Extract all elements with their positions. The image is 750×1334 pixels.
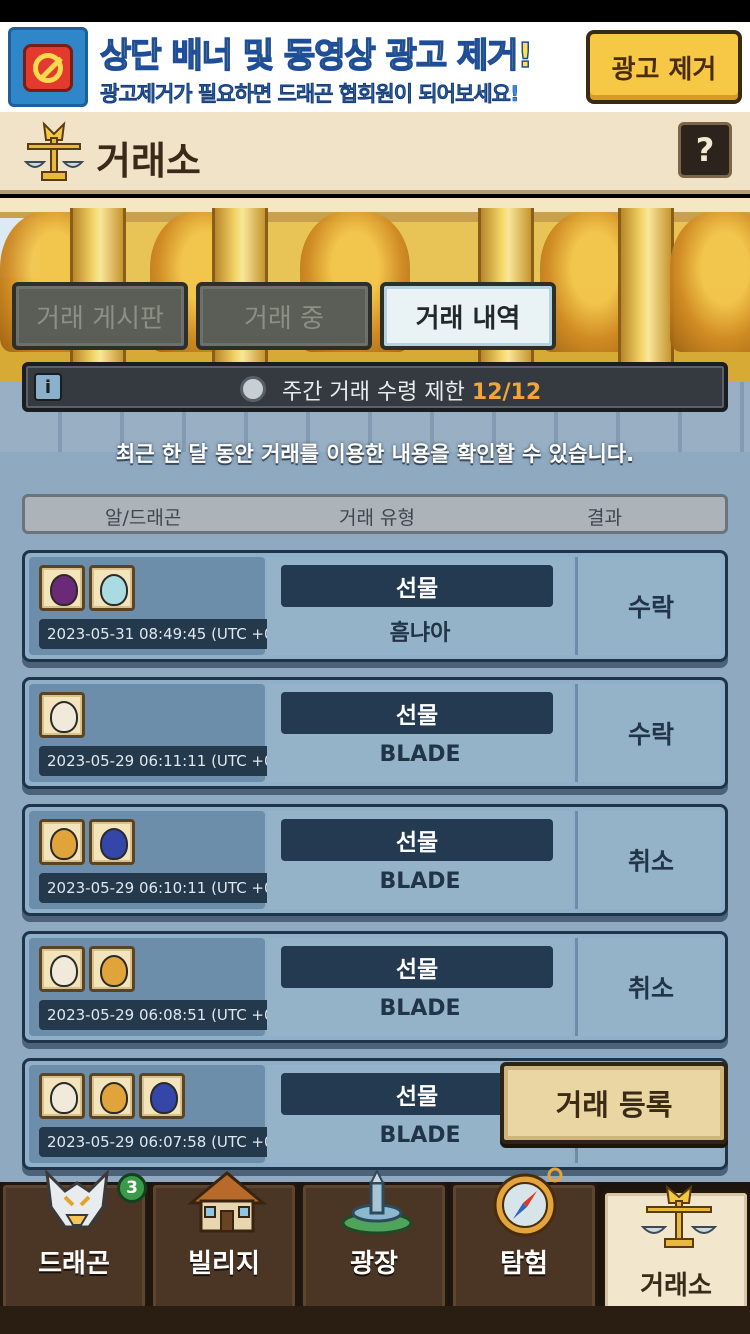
blue-red-dragon-egg-icon — [89, 819, 135, 865]
row-items-cell: 2023-05-31 08:49:45 (UTC +0) — [29, 557, 288, 655]
row-type-cell: 선물 흠냐아 — [267, 557, 573, 655]
recipient-name: BLADE — [379, 869, 461, 894]
row-result-cell: 수락 — [575, 684, 721, 782]
white-dragon-egg-icon — [39, 692, 85, 738]
info-icon[interactable]: i — [34, 373, 62, 401]
coin-icon — [240, 376, 266, 402]
column-egg: 알/드래곤 — [105, 507, 182, 529]
recipient-name: BLADE — [379, 996, 461, 1021]
white-dragon-egg-icon — [39, 1073, 85, 1119]
ad-title: 상단 배너 및 동영상 광고 제거! — [99, 35, 534, 77]
tab-bar: 거래 게시판 거래 중 거래 내역 — [12, 282, 742, 350]
white-dragon-egg-icon — [39, 946, 85, 992]
scale-icon — [640, 1184, 718, 1248]
row-items-cell: 2023-05-29 06:11:11 (UTC +0) — [29, 684, 288, 782]
help-button[interactable]: ? — [678, 122, 732, 178]
nav-footer-strip — [0, 1306, 750, 1334]
nav-label: 드래곤 — [38, 1249, 110, 1279]
row-timestamp: 2023-05-29 06:08:51 (UTC +0) — [39, 1000, 288, 1030]
trade-type-badge: 선물 — [281, 565, 553, 607]
column-type: 거래 유형 — [339, 507, 415, 529]
tab-trade-history[interactable]: 거래 내역 — [380, 282, 556, 350]
nav-label: 광장 — [350, 1249, 398, 1279]
tab-trade-board[interactable]: 거래 게시판 — [12, 282, 188, 350]
trade-type-badge: 선물 — [281, 946, 553, 988]
row-timestamp: 2023-05-31 08:49:45 (UTC +0) — [39, 619, 288, 649]
row-type-cell: 선물 BLADE — [267, 938, 573, 1036]
tab-trading[interactable]: 거래 중 — [196, 282, 372, 350]
notification-badge: 3 — [117, 1173, 147, 1203]
weekly-limit-label: 주간 거래 수령 제한 — [282, 380, 465, 405]
row-timestamp: 2023-05-29 06:07:58 (UTC +0) — [39, 1127, 288, 1157]
row-type-cell: 선물 BLADE — [267, 684, 573, 782]
gold-dragon-egg-icon — [39, 819, 85, 865]
remove-ads-button[interactable]: 광고 제거 — [586, 30, 742, 104]
row-items-cell: 2023-05-29 06:10:11 (UTC +0) — [29, 811, 288, 909]
row-items-cell: 2023-05-29 06:07:58 (UTC +0) — [29, 1065, 288, 1163]
column-result: 결과 — [587, 507, 622, 529]
table-header: 알/드래곤 거래 유형 결과 — [22, 494, 728, 534]
no-ads-icon — [8, 27, 88, 107]
row-timestamp: 2023-05-29 06:10:11 (UTC +0) — [39, 873, 288, 903]
status-bar — [0, 0, 750, 22]
ad-subtitle: 광고제거가 필요하면 드래곤 협회원이 되어보세요! — [100, 82, 520, 107]
weekly-limit-text: 주간 거래 수령 제한 12/12 — [282, 374, 541, 406]
compass-icon — [493, 1167, 563, 1237]
scale-icon — [23, 121, 85, 181]
purple-dragon-egg-icon — [39, 565, 85, 611]
trade-result: 수락 — [627, 720, 674, 749]
page-title: 거래소 — [96, 139, 201, 183]
row-timestamp: 2023-05-29 06:11:11 (UTC +0) — [39, 746, 288, 776]
weekly-limit-count: 12/12 — [471, 380, 542, 405]
row-result-cell: 취소 — [575, 938, 721, 1036]
trade-type-badge: 선물 — [281, 692, 553, 734]
register-trade-button[interactable]: 거래 등록 — [500, 1062, 728, 1144]
trade-result: 취소 — [627, 847, 674, 876]
house-icon — [187, 1171, 267, 1233]
gold-dragon-egg-icon — [89, 1073, 135, 1119]
ad-banner[interactable]: 상단 배너 및 동영상 광고 제거! 광고제거가 필요하면 드래곤 협회원이 되… — [0, 22, 750, 112]
nav-label: 거래소 — [640, 1271, 712, 1301]
weekly-limit-bar: i 주간 거래 수령 제한 12/12 — [22, 362, 728, 412]
trade-result: 수락 — [627, 593, 674, 622]
nav-label: 빌리지 — [188, 1249, 260, 1279]
recipient-name: 흠냐아 — [389, 621, 451, 646]
table-row[interactable]: 2023-05-29 06:08:51 (UTC +0) 선물 BLADE 취소 — [22, 931, 728, 1043]
ice-dragon-egg-icon — [89, 565, 135, 611]
row-result-cell: 수락 — [575, 557, 721, 655]
row-result-cell: 취소 — [575, 811, 721, 909]
row-type-cell: 선물 BLADE — [267, 811, 573, 909]
table-row[interactable]: 2023-05-29 06:11:11 (UTC +0) 선물 BLADE 수락 — [22, 677, 728, 789]
recipient-name: BLADE — [379, 742, 461, 767]
nav-label: 탐험 — [500, 1249, 548, 1279]
gold-dragon-egg-icon — [89, 946, 135, 992]
table-row[interactable]: 2023-05-31 08:49:45 (UTC +0) 선물 흠냐아 수락 — [22, 550, 728, 662]
blue-red-dragon-egg-icon — [139, 1073, 185, 1119]
fountain-icon — [341, 1168, 413, 1235]
description-text: 최근 한 달 동안 거래를 이용한 내용을 확인할 수 있습니다. — [115, 442, 635, 466]
trade-type-badge: 선물 — [281, 819, 553, 861]
page-header: 거래소 ? — [0, 112, 750, 194]
row-items-cell: 2023-05-29 06:08:51 (UTC +0) — [29, 938, 288, 1036]
trade-result: 취소 — [627, 974, 674, 1003]
dragon-icon — [45, 1168, 109, 1229]
table-row[interactable]: 2023-05-29 06:10:11 (UTC +0) 선물 BLADE 취소 — [22, 804, 728, 916]
